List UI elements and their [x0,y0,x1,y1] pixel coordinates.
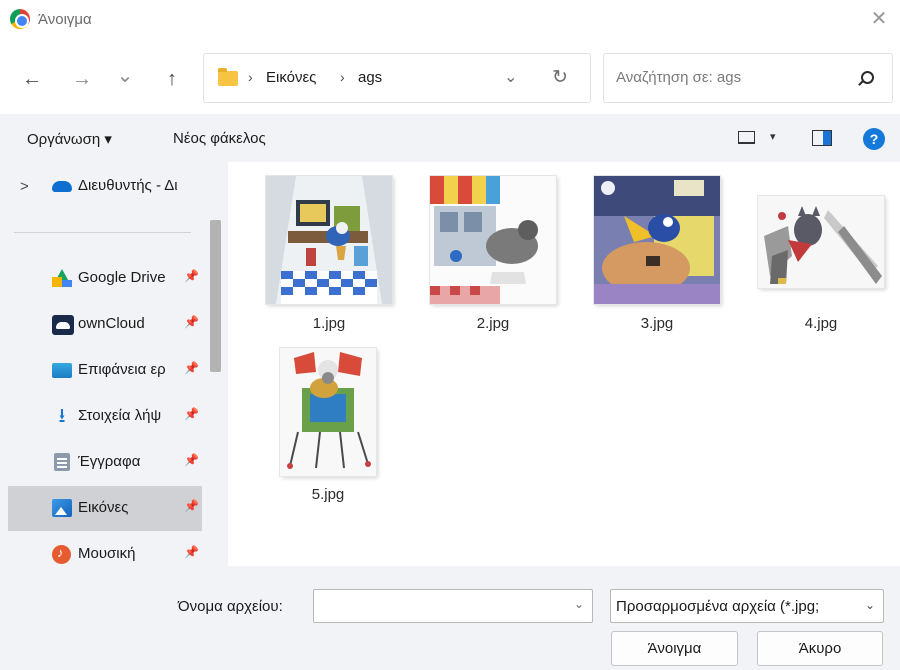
pin-icon: 📌 [184,453,199,467]
pin-icon: 📌 [184,545,199,559]
recent-locations-button[interactable]: ⌄ [113,64,137,88]
dialog-footer: Όνομα αρχείου: ⌄ Προσαρμοσμένα αρχεία (*… [0,566,900,670]
image-thumbnail [266,176,392,304]
sidebar-item-label: Έγγραφα [78,453,141,470]
pin-icon: 📌 [184,269,199,283]
image-thumbnail [280,348,376,476]
filename-field-wrapper: ⌄ [313,589,593,623]
download-icon: ⭳ [58,405,66,427]
folder-icon [218,68,238,86]
sidebar-item-label: Εικόνες [78,499,129,516]
pin-icon: 📌 [184,407,199,421]
forward-button[interactable]: → [70,67,94,91]
address-bar[interactable]: › Εικόνες › ags ⌄ ↻ [203,53,591,103]
sidebar-item-label: Στοιχεία λήψ [78,407,162,424]
image-thumbnail [594,176,720,304]
file-item[interactable]: 3.jpg [576,162,726,332]
sidebar-scrollbar[interactable] [206,162,228,566]
sidebar-item-label: Μουσική [78,545,136,562]
close-button[interactable]: ✕ [868,8,890,30]
breadcrumb-pictures[interactable]: Εικόνες [266,69,316,86]
sidebar-item-pictures[interactable]: Εικόνες 📌 [8,486,202,531]
organize-button[interactable]: Οργάνωση ▾ [27,130,112,148]
search-icon[interactable] [861,71,874,84]
breadcrumb-separator[interactable]: › [248,69,253,85]
help-icon[interactable]: ? [863,128,885,150]
navigation-bar: ← → ⌄ ↑ › Εικόνες › ags ⌄ ↻ Αναζήτηση σε… [0,40,900,114]
sidebar-item-documents[interactable]: Έγγραφα 📌 [8,440,202,485]
breadcrumb-ags[interactable]: ags [358,69,382,86]
music-icon [52,545,71,564]
command-bar: Οργάνωση ▾ Νέος φάκελος ▾ ? [0,114,900,162]
file-name: 3.jpg [640,315,674,332]
sidebar-item-desktop[interactable]: Επιφάνεια ερ 📌 [8,348,202,393]
sidebar-item-music[interactable]: Μουσική 📌 [8,532,202,566]
search-input[interactable]: Αναζήτηση σε: ags [616,69,741,86]
image-thumbnail [758,196,884,288]
scrollbar-thumb[interactable] [210,220,221,372]
window-title: Άνοιγμα [38,11,92,28]
search-box[interactable]: Αναζήτηση σε: ags [603,53,893,103]
filename-label: Όνομα αρχείου: [178,598,283,615]
file-name: 1.jpg [312,315,346,332]
sidebar-item-downloads[interactable]: ⭳ Στοιχεία λήψ 📌 [8,394,202,439]
image-thumbnail [430,176,556,304]
refresh-button[interactable]: ↻ [552,66,568,89]
new-folder-button[interactable]: Νέος φάκελος [173,130,266,147]
pin-icon: 📌 [184,361,199,375]
file-item[interactable]: 5.jpg [262,334,412,504]
sidebar-item-label: ownCloud [78,315,145,332]
preview-pane-icon[interactable] [812,130,832,146]
view-options-caret[interactable]: ▾ [770,130,776,143]
file-name: 2.jpg [476,315,510,332]
pin-icon: 📌 [184,315,199,329]
view-icon[interactable] [738,131,755,144]
file-name: 4.jpg [804,315,838,332]
filetype-value: Προσαρμοσμένα αρχεία (*.jpg; [616,598,820,615]
sidebar-divider [14,232,191,233]
chrome-icon [10,9,30,29]
title-bar: Άνοιγμα ✕ [0,0,900,40]
filetype-dropdown-icon[interactable]: ⌄ [865,598,875,612]
file-item[interactable]: 4.jpg [740,162,890,332]
file-item[interactable]: 1.jpg [248,162,398,332]
file-name: 5.jpg [311,486,345,503]
sidebar-item-label: Επιφάνεια ερ [78,361,166,378]
documents-icon [54,453,70,471]
desktop-icon [52,363,72,378]
filename-dropdown-icon[interactable]: ⌄ [574,597,584,611]
file-list: 1.jpg 2.jpg 3.jpg 4.jpg 5.jpg [228,162,900,566]
owncloud-icon [52,315,74,335]
sidebar-item-label: Διευθυντής - Δι [78,177,178,194]
address-dropdown-button[interactable]: ⌄ [504,67,517,87]
pin-icon: 📌 [184,499,199,513]
navigation-pane: > Διευθυντής - Δι Google Drive 📌 ownClou… [0,162,206,566]
cancel-button[interactable]: Άκυρο [757,631,883,666]
pictures-icon [52,499,72,517]
filetype-select[interactable]: Προσαρμοσμένα αρχεία (*.jpg; ⌄ [610,589,884,623]
sidebar-item-label: Google Drive [78,269,166,286]
sidebar-item-onedrive[interactable]: Διευθυντής - Δι [8,164,202,209]
sidebar-item-owncloud[interactable]: ownCloud 📌 [8,302,202,347]
sidebar-item-google-drive[interactable]: Google Drive 📌 [8,256,202,301]
onedrive-icon [52,181,72,192]
up-button[interactable]: ↑ [160,67,184,91]
file-item[interactable]: 2.jpg [412,162,562,332]
breadcrumb-separator[interactable]: › [340,69,345,85]
back-button[interactable]: ← [20,67,44,91]
filename-input[interactable] [320,596,560,616]
open-button[interactable]: Άνοιγμα [611,631,738,666]
google-drive-icon [52,269,72,287]
